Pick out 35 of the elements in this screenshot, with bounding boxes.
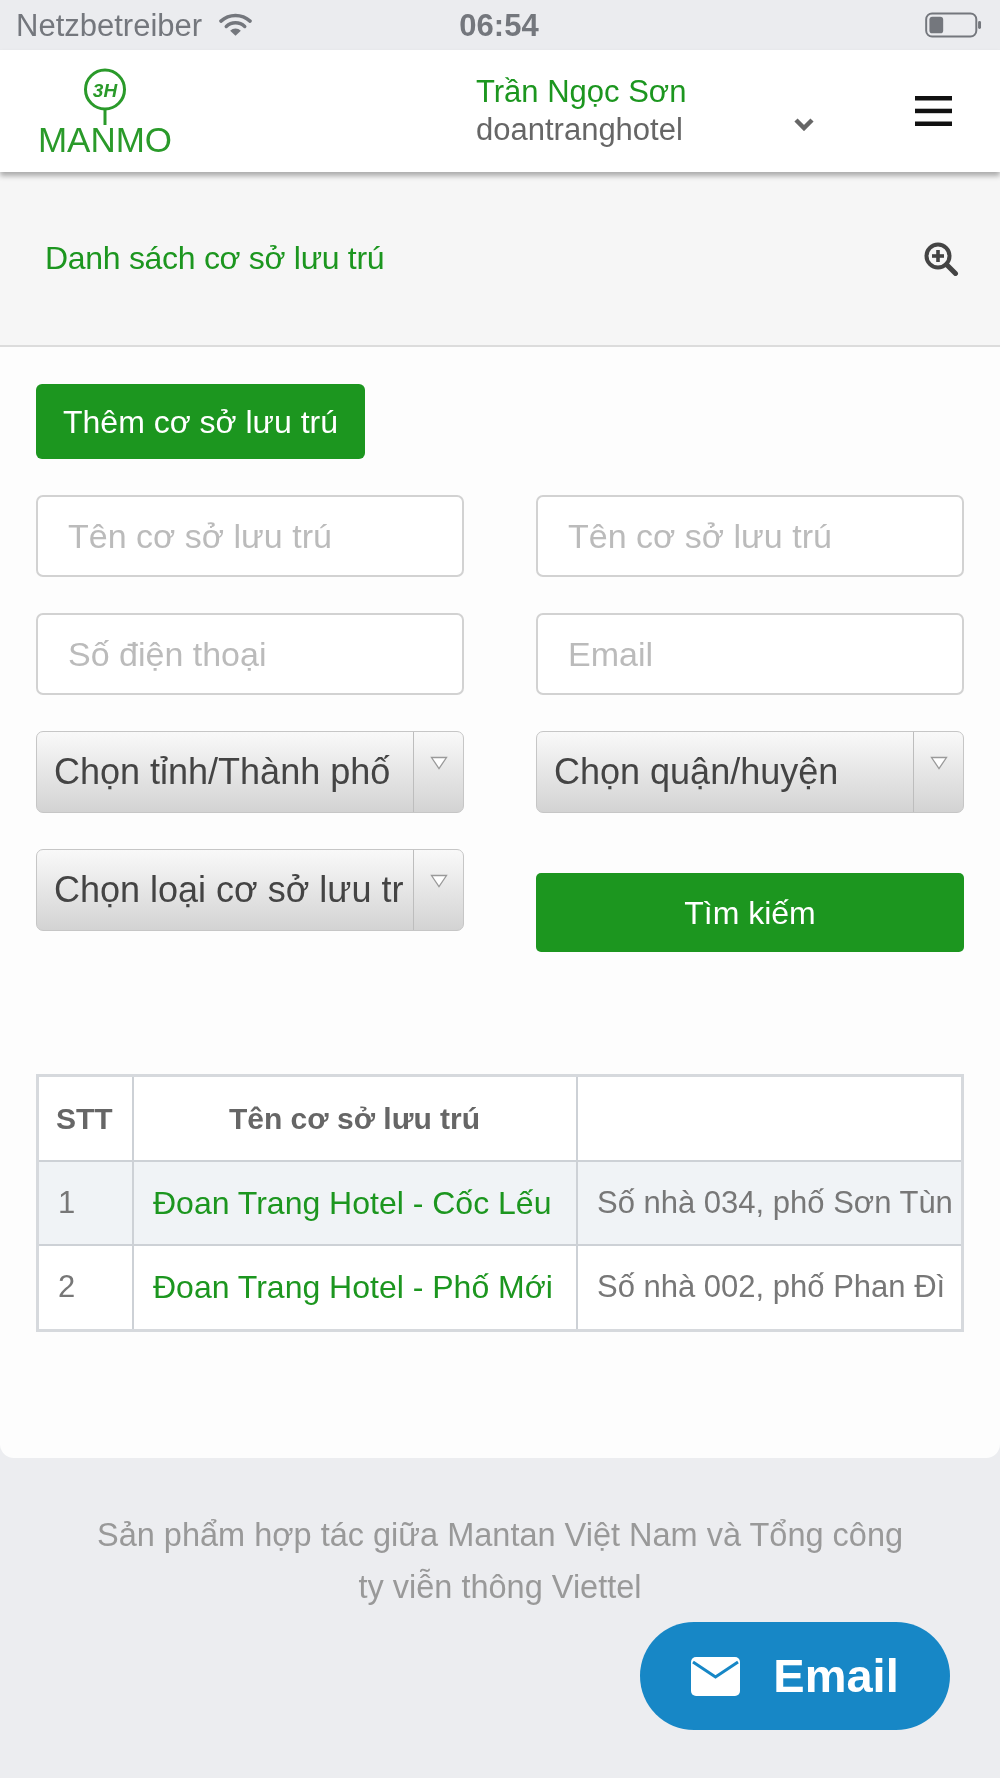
dropdown-arrow-icon xyxy=(429,874,448,888)
chevron-down-icon[interactable] xyxy=(793,116,815,131)
zoom-in-icon[interactable] xyxy=(924,241,959,276)
table-cell: 2 xyxy=(39,1245,133,1329)
battery-icon xyxy=(925,12,982,38)
clock-time: 06:54 xyxy=(459,9,539,41)
text-field[interactable]: Số điện thoại xyxy=(36,613,464,695)
logo-monogram: 3H xyxy=(81,67,129,125)
carrier-name: Netzbetreiber xyxy=(16,9,203,41)
column-header: Tên cơ sở lưu trú xyxy=(133,1077,577,1161)
email-button[interactable]: Email xyxy=(640,1622,950,1730)
page-title: Danh sách cơ sở lưu trú xyxy=(45,239,385,278)
wifi-icon xyxy=(219,13,253,37)
table-cell: 1 xyxy=(39,1161,133,1245)
dropdown[interactable]: Chọn tỉnh/Thành phố xyxy=(36,731,464,813)
menu-icon[interactable] xyxy=(915,96,952,126)
logo-wordmark: MANMO xyxy=(37,124,173,155)
dropdown[interactable]: Chọn quận/huyện xyxy=(536,731,964,813)
envelope-icon xyxy=(691,1656,741,1696)
dropdown-arrow-icon xyxy=(929,756,948,770)
text-field[interactable]: Tên cơ sở lưu trú xyxy=(36,495,464,577)
add-button[interactable]: Thêm cơ sở lưu trú xyxy=(36,384,365,459)
account-name: doantranghotel xyxy=(476,111,684,149)
text-field[interactable]: Email xyxy=(536,613,964,695)
table-cell: Số nhà 002, phố Phan Đì xyxy=(577,1245,961,1329)
search-button[interactable]: Tìm kiếm xyxy=(536,873,964,952)
user-name: Trần Ngọc Sơn xyxy=(476,73,688,111)
text-field[interactable]: Tên cơ sở lưu trú xyxy=(536,495,964,577)
column-header: STT xyxy=(39,1077,133,1161)
dropdown[interactable]: Chọn loại cơ sở lưu tr xyxy=(36,849,464,931)
table-cell: Số nhà 034, phố Sơn Tùn xyxy=(577,1161,961,1245)
dropdown-arrow-icon xyxy=(429,756,448,770)
footer-text: Sản phẩm hợp tác giữa Mantan Việt Nam và Tổng công ty viễn thông Viettel xyxy=(95,1516,905,1607)
hotel-link[interactable]: Đoan Trang Hotel - Phố Mới xyxy=(153,1269,553,1306)
hotel-link[interactable]: Đoan Trang Hotel - Cốc Lếu xyxy=(153,1184,552,1221)
